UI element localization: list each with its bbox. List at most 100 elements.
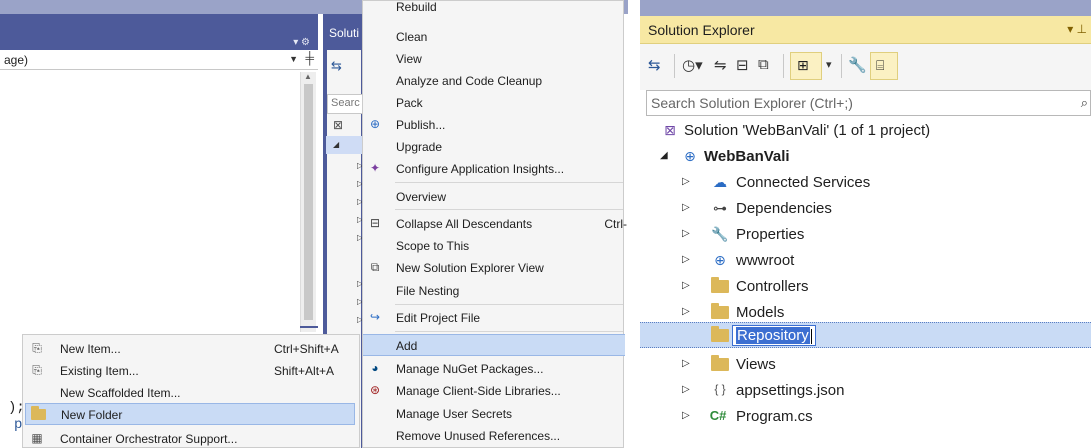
menu-item-app-insights[interactable]: ✦ Configure Application Insights... bbox=[363, 158, 625, 180]
dependencies-icon: ⊶ bbox=[713, 200, 727, 216]
preview-selected-button[interactable]: ⌸ bbox=[870, 52, 898, 80]
tree-row-project[interactable]: ◢ ⊕ WebBanVali bbox=[640, 144, 1091, 170]
search-icon[interactable]: ⌕ bbox=[1081, 95, 1088, 111]
solution-icon: ⊠ bbox=[664, 122, 676, 138]
properties-wrench-icon[interactable]: 🔧 bbox=[848, 56, 867, 74]
expand-icon[interactable]: ▷ bbox=[682, 358, 690, 369]
tree-row-solution[interactable]: ⊠ Solution 'WebBanVali' (1 of 1 project) bbox=[640, 118, 1091, 144]
search-box[interactable]: ⌕ bbox=[646, 90, 1091, 116]
tree-row-controllers[interactable]: ▷ Controllers bbox=[640, 274, 1091, 300]
expand-icon[interactable]: ▷ bbox=[682, 202, 690, 213]
submenu-item-scaffolded[interactable]: New Scaffolded Item... bbox=[23, 382, 359, 404]
menu-item-view[interactable]: View bbox=[363, 48, 625, 70]
menu-item-analyze[interactable]: Analyze and Code Cleanup bbox=[363, 70, 625, 92]
menu-separator bbox=[395, 304, 623, 305]
expand-icon[interactable]: ▷ bbox=[682, 176, 690, 187]
tree-row-connected-services[interactable]: ▷ ☁ Connected Services bbox=[640, 170, 1091, 196]
sync-icon[interactable]: ⇆ bbox=[331, 58, 342, 74]
back-forward-icon[interactable]: ⇆ bbox=[648, 56, 661, 74]
menu-item-overview[interactable]: Overview bbox=[363, 186, 625, 208]
chevron-down-icon[interactable]: ▾ bbox=[826, 58, 832, 71]
container-icon: ▦ bbox=[31, 431, 43, 445]
editor-scrollbar[interactable]: ▲ bbox=[300, 72, 316, 332]
edit-project-icon: ↪ bbox=[369, 310, 381, 324]
menu-item-upgrade[interactable]: Upgrade bbox=[363, 136, 625, 158]
collapse-icon: ⊟ bbox=[369, 216, 381, 230]
add-submenu: ⎘ New Item... Ctrl+Shift+A ⎘ Existing It… bbox=[22, 334, 360, 448]
menu-separator bbox=[395, 331, 623, 332]
editor-header: ▾ ⚙ bbox=[0, 14, 318, 50]
new-view-icon: ⧉ bbox=[370, 260, 380, 274]
expand-icon[interactable]: ◢ bbox=[333, 140, 339, 149]
toolbar-separator bbox=[783, 54, 784, 78]
member-dropdown[interactable]: age) ▼ ╪ bbox=[0, 50, 318, 70]
selected-tree-row[interactable]: ◢ bbox=[326, 136, 363, 154]
submenu-item-existing-item[interactable]: ⎘ Existing Item... Shift+Alt+A bbox=[23, 360, 359, 382]
tree-row-wwwroot[interactable]: ▷ ⊕ wwwroot bbox=[640, 248, 1091, 274]
expand-icon[interactable]: ▷ bbox=[682, 410, 690, 421]
solution-explorer-panel: Solution Explorer ▾ ⊥ ⇆ ◷▾ ⇋ ⊟ ⧉ ⊞ ▾ 🔧 ⌸… bbox=[640, 0, 1091, 448]
menu-item-collapse-all[interactable]: ⊟ Collapse All Descendants Ctrl- bbox=[363, 213, 627, 235]
expand-icon[interactable]: ▷ bbox=[682, 306, 690, 317]
properties-icon: 🔧 bbox=[711, 226, 729, 242]
tree-row-program[interactable]: ▷ C# Program.cs bbox=[640, 404, 1091, 430]
menu-item-publish[interactable]: ⊕ Publish... bbox=[363, 114, 625, 136]
search-input[interactable] bbox=[647, 91, 1090, 115]
show-all-files-icon[interactable]: ⧉ bbox=[758, 56, 769, 73]
tree-row-repository[interactable]: Repository bbox=[640, 322, 1091, 348]
expand-icon[interactable]: ▷ bbox=[682, 280, 690, 291]
solution-explorer-toolbar: ⇆ ◷▾ ⇋ ⊟ ⧉ ⊞ ▾ 🔧 ⌸ bbox=[640, 44, 1091, 90]
chevron-down-icon[interactable]: ▼ bbox=[289, 54, 298, 64]
menu-item-user-secrets[interactable]: Manage User Secrets bbox=[363, 403, 625, 425]
expand-icon[interactable]: ▷ bbox=[682, 228, 690, 239]
search-input[interactable]: Searc bbox=[327, 94, 363, 114]
tree-row-dependencies[interactable]: ▷ ⊶ Dependencies bbox=[640, 196, 1091, 222]
header-dropdown-gear-icon[interactable]: ▾ ⚙ bbox=[293, 37, 310, 48]
submenu-item-new-folder[interactable]: New Folder bbox=[25, 403, 355, 425]
tree-row-properties[interactable]: ▷ 🔧 Properties bbox=[640, 222, 1091, 248]
toolbar-separator bbox=[841, 54, 842, 78]
sync-icon[interactable]: ⇋ bbox=[714, 56, 727, 74]
menu-item-scope[interactable]: Scope to This bbox=[363, 235, 625, 257]
tree-view-icon: ⊞ bbox=[797, 57, 809, 73]
menu-item-clean[interactable]: Clean bbox=[363, 26, 625, 48]
menu-item-remove-unused[interactable]: Remove Unused References... bbox=[363, 425, 625, 447]
collapse-all-icon[interactable]: ⊟ bbox=[736, 56, 749, 74]
window-top-bar bbox=[640, 0, 1091, 16]
menu-item-client-libraries[interactable]: ⊛ Manage Client-Side Libraries... bbox=[363, 380, 625, 402]
expand-icon[interactable]: ▷ bbox=[682, 384, 690, 395]
menu-item-new-view[interactable]: ⧉ New Solution Explorer View bbox=[363, 257, 625, 279]
json-file-icon: { } bbox=[714, 382, 726, 396]
menu-item-file-nesting[interactable]: File Nesting bbox=[363, 280, 625, 302]
left-screenshot: ▾ ⚙ age) ▼ ╪ ▲ ); p Soluti ⇆ Searc ⊠ ◢ ▷… bbox=[0, 0, 628, 448]
rename-input[interactable]: Repository bbox=[732, 325, 816, 346]
folder-icon bbox=[710, 355, 730, 374]
menu-item-pack[interactable]: Pack bbox=[363, 92, 625, 114]
app-insights-icon: ✦ bbox=[369, 161, 381, 175]
folder-icon bbox=[710, 277, 730, 296]
menu-item-rebuild[interactable]: Rebuild bbox=[363, 0, 625, 18]
pin-icon[interactable]: ▾ ⊥ bbox=[1067, 22, 1087, 36]
expand-icon[interactable]: ▷ bbox=[682, 254, 690, 265]
globe-icon: ⊕ bbox=[714, 252, 726, 268]
menu-item-nuget[interactable]: ◕ Manage NuGet Packages... bbox=[363, 358, 625, 380]
solution-icon: ⊠ bbox=[333, 118, 344, 132]
submenu-item-new-item[interactable]: ⎘ New Item... Ctrl+Shift+A bbox=[23, 338, 359, 360]
tree-row-appsettings[interactable]: ▷ { } appsettings.json bbox=[640, 378, 1091, 404]
toggle-view-button[interactable]: ⊞ bbox=[790, 52, 822, 80]
submenu-item-container[interactable]: ▦ Container Orchestrator Support... bbox=[23, 428, 359, 448]
editor-caret-marker bbox=[300, 326, 318, 328]
client-libraries-icon: ⊛ bbox=[369, 383, 381, 397]
split-editor-icon[interactable]: ╪ bbox=[305, 51, 314, 65]
collapse-icon[interactable]: ◢ bbox=[660, 150, 668, 161]
menu-item-edit-project[interactable]: ↪ Edit Project File bbox=[363, 307, 625, 329]
scroll-up-icon[interactable]: ▲ bbox=[304, 72, 312, 81]
tree-row-views[interactable]: ▷ Views bbox=[640, 352, 1091, 378]
pending-changes-icon[interactable]: ◷▾ bbox=[682, 56, 703, 74]
project-context-menu: Rebuild Clean View Analyze and Code Clea… bbox=[362, 0, 627, 448]
panel-title: Solution Explorer bbox=[648, 22, 755, 38]
scrollbar-thumb[interactable] bbox=[304, 84, 313, 320]
preview-icon: ⌸ bbox=[876, 57, 885, 73]
nuget-icon: ◕ bbox=[371, 361, 379, 375]
menu-item-add[interactable]: Add bbox=[363, 334, 625, 356]
